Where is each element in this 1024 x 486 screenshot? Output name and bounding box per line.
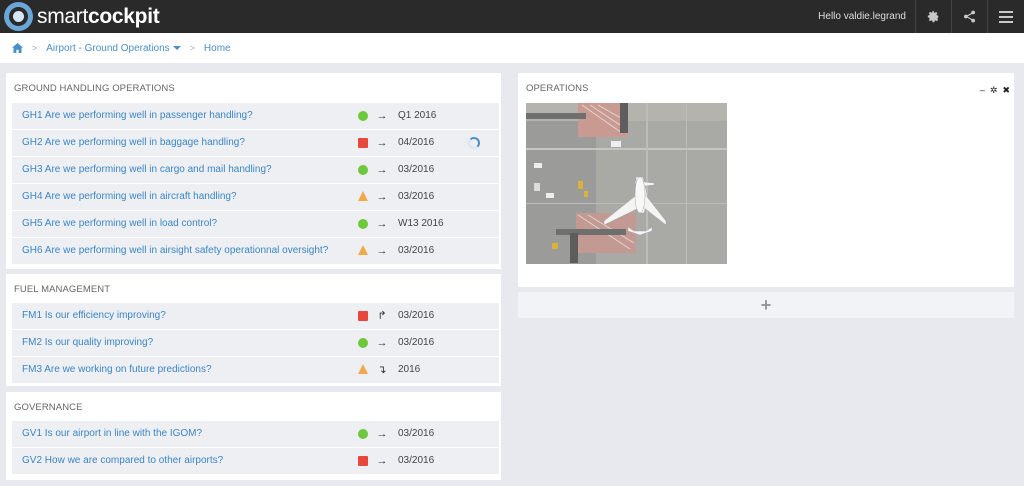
kpi-question[interactable]: GH5 Are we performing well in load contr… <box>22 211 217 237</box>
trend-icon: → <box>376 191 388 203</box>
menu-button[interactable] <box>987 0 1024 33</box>
kpi-period: 03/2016 <box>398 245 435 256</box>
status-warning-icon <box>358 364 368 374</box>
kpi-row[interactable]: GH2 Are we performing well in baggage ha… <box>12 130 499 156</box>
kpi-row[interactable]: GH3 Are we performing well in cargo and … <box>12 157 499 183</box>
home-icon[interactable] <box>12 43 23 53</box>
menu-icon <box>999 10 1013 23</box>
status-warning-icon <box>358 191 368 201</box>
status-red-icon <box>358 311 368 321</box>
kpi-question[interactable]: FM2 Is our quality improving? <box>22 330 153 356</box>
panel-title: OPERATIONS <box>526 83 589 94</box>
trend-icon: ↴ <box>377 364 387 376</box>
kpi-period: 03/2016 <box>398 310 435 321</box>
kpi-period: 03/2016 <box>398 455 435 466</box>
trend-icon: → <box>376 245 388 257</box>
logo[interactable]: smartcockpit <box>4 2 160 31</box>
loading-spinner-icon <box>468 137 480 149</box>
panel-title: FUEL MANAGEMENT <box>14 284 111 295</box>
operations-panel: OPERATIONS – ✲ ✖ <box>518 73 1014 287</box>
settings-button[interactable] <box>915 0 951 33</box>
kpi-period: 03/2016 <box>398 164 435 175</box>
user-greeting[interactable]: Hello valdie.legrand <box>818 0 906 33</box>
airport-apron-image <box>526 103 727 264</box>
kpi-row[interactable]: FM1 Is our efficiency improving? ↱ 03/20… <box>12 303 499 329</box>
kpi-question[interactable]: GH6 Are we performing well in airsight s… <box>22 238 328 264</box>
breadcrumb-item-home[interactable]: Home <box>204 43 231 54</box>
minimize-icon[interactable]: – <box>980 85 985 96</box>
trend-icon: → <box>376 110 388 122</box>
trend-icon: → <box>376 455 388 467</box>
share-button[interactable] <box>951 0 987 33</box>
top-bar: smartcockpit Hello valdie.legrand <box>0 0 1024 33</box>
breadcrumb-separator: > <box>32 43 38 53</box>
trend-icon: → <box>376 164 388 176</box>
kpi-period: 2016 <box>398 364 421 375</box>
gear-icon[interactable]: ✲ <box>990 85 998 96</box>
panel-title: GOVERNANCE <box>14 402 83 413</box>
kpi-period: 03/2016 <box>398 191 435 202</box>
trend-icon: → <box>376 337 388 349</box>
kpi-question[interactable]: GH4 Are we performing well in aircraft h… <box>22 184 237 210</box>
kpi-row[interactable]: GV1 Is our airport in line with the IGOM… <box>12 421 499 447</box>
breadcrumb-item-airport[interactable]: Airport - Ground Operations <box>46 43 181 54</box>
fuel-management-panel: FUEL MANAGEMENT FM1 Is our efficiency im… <box>6 274 501 386</box>
kpi-question[interactable]: FM3 Are we working on future predictions… <box>22 357 212 383</box>
trend-icon: → <box>376 137 388 149</box>
kpi-row[interactable]: FM3 Are we working on future predictions… <box>12 357 499 383</box>
kpi-row[interactable]: GH4 Are we performing well in aircraft h… <box>12 184 499 210</box>
breadcrumb: > Airport - Ground Operations > Home <box>0 33 1024 63</box>
kpi-question[interactable]: GV2 How we are compared to other airport… <box>22 448 223 474</box>
status-green-icon <box>358 429 368 439</box>
trend-icon: → <box>376 218 388 230</box>
kpi-period: 04/2016 <box>398 137 435 148</box>
kpi-period: 03/2016 <box>398 337 435 348</box>
kpi-question[interactable]: GV1 Is our airport in line with the IGOM… <box>22 421 202 447</box>
logo-text: smartcockpit <box>37 5 160 28</box>
kpi-question[interactable]: GH1 Are we performing well in passenger … <box>22 103 253 129</box>
kpi-row[interactable]: GH5 Are we performing well in load contr… <box>12 211 499 237</box>
panel-title: GROUND HANDLING OPERATIONS <box>14 83 175 94</box>
kpi-row[interactable]: FM2 Is our quality improving? → 03/2016 <box>12 330 499 356</box>
status-red-icon <box>358 138 368 148</box>
share-icon <box>963 10 976 23</box>
governance-panel: GOVERNANCE GV1 Is our airport in line wi… <box>6 392 501 480</box>
trend-icon: ↱ <box>377 310 387 322</box>
panel-controls: – ✲ ✖ <box>980 85 1010 96</box>
status-green-icon <box>358 219 368 229</box>
kpi-question[interactable]: GH3 Are we performing well in cargo and … <box>22 157 272 183</box>
kpi-period: Q1 2016 <box>398 110 437 121</box>
status-green-icon <box>358 111 368 121</box>
kpi-row[interactable]: GV2 How we are compared to other airport… <box>12 448 499 474</box>
logo-icon <box>4 2 33 31</box>
chevron-down-icon <box>172 45 181 50</box>
kpi-period: 03/2016 <box>398 428 435 439</box>
status-warning-icon <box>358 245 368 255</box>
trend-icon: → <box>376 428 388 440</box>
status-red-icon <box>358 456 368 466</box>
gear-icon <box>927 10 939 23</box>
kpi-question[interactable]: GH2 Are we performing well in baggage ha… <box>22 130 245 156</box>
add-widget-button[interactable]: + <box>518 292 1014 318</box>
kpi-row[interactable]: GH6 Are we performing well in airsight s… <box>12 238 499 264</box>
aerial-airplane-illustration <box>526 103 727 264</box>
kpi-row[interactable]: GH1 Are we performing well in passenger … <box>12 103 499 129</box>
close-icon[interactable]: ✖ <box>1002 85 1010 96</box>
status-green-icon <box>358 338 368 348</box>
kpi-question[interactable]: FM1 Is our efficiency improving? <box>22 303 166 329</box>
ground-handling-panel: GROUND HANDLING OPERATIONS GH1 Are we pe… <box>6 73 501 269</box>
status-green-icon <box>358 165 368 175</box>
breadcrumb-separator: > <box>189 43 195 53</box>
kpi-period: W13 2016 <box>398 218 444 229</box>
